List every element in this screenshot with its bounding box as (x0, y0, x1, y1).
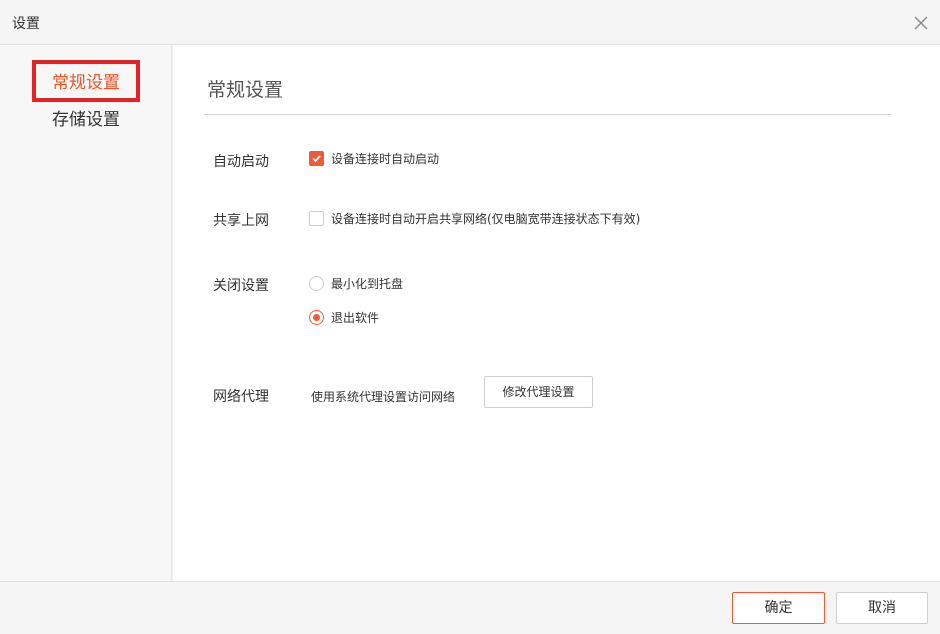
modify-proxy-button[interactable]: 修改代理设置 (484, 376, 593, 408)
settings-sidebar: 常规设置 存储设置 (0, 45, 172, 581)
close-icon (914, 16, 928, 30)
heading-divider (204, 114, 891, 115)
minimize-radio[interactable] (309, 275, 324, 291)
share-network-option[interactable]: 设备连接时自动开启共享网络(仅电脑宽带连接状态下有效) (309, 209, 640, 227)
page-title: 常规设置 (207, 79, 284, 101)
proxy-label: 网络代理 (213, 389, 269, 405)
share-network-text: 设备连接时自动开启共享网络(仅电脑宽带连接状态下有效) (331, 211, 641, 226)
title-bar: 设置 (0, 0, 940, 45)
auto-start-checkbox[interactable] (309, 150, 324, 166)
proxy-description: 使用系统代理设置访问网络 (311, 390, 456, 404)
minimize-text: 最小化到托盘 (331, 276, 404, 291)
share-network-checkbox[interactable] (309, 210, 324, 226)
auto-start-text: 设备连接时自动启动 (331, 151, 440, 166)
sidebar-item-label: 存储设置 (52, 110, 120, 130)
window-title: 设置 (12, 16, 40, 32)
ok-button[interactable]: 确定 (732, 592, 825, 624)
checkmark-icon (312, 154, 321, 162)
exit-radio[interactable] (309, 309, 324, 325)
settings-content: 常规设置 自动启动 设备连接时自动启动 共享上网 设备连接时自动开启共享网络(仅… (173, 45, 940, 581)
close-settings-label: 关闭设置 (213, 278, 269, 294)
sidebar-item-general[interactable]: 常规设置 (32, 60, 140, 102)
auto-start-option[interactable]: 设备连接时自动启动 (309, 149, 439, 167)
dialog-footer: 确定 取消 (0, 581, 940, 634)
close-option-exit[interactable]: 退出软件 (309, 308, 379, 326)
cancel-button[interactable]: 取消 (836, 592, 928, 624)
close-button[interactable] (908, 10, 934, 36)
sidebar-item-label: 常规设置 (52, 73, 120, 93)
close-option-minimize[interactable]: 最小化到托盘 (309, 274, 403, 292)
auto-start-label: 自动启动 (213, 154, 269, 170)
share-network-label: 共享上网 (213, 213, 269, 229)
exit-text: 退出软件 (331, 310, 380, 325)
sidebar-item-storage[interactable]: 存储设置 (32, 105, 140, 147)
